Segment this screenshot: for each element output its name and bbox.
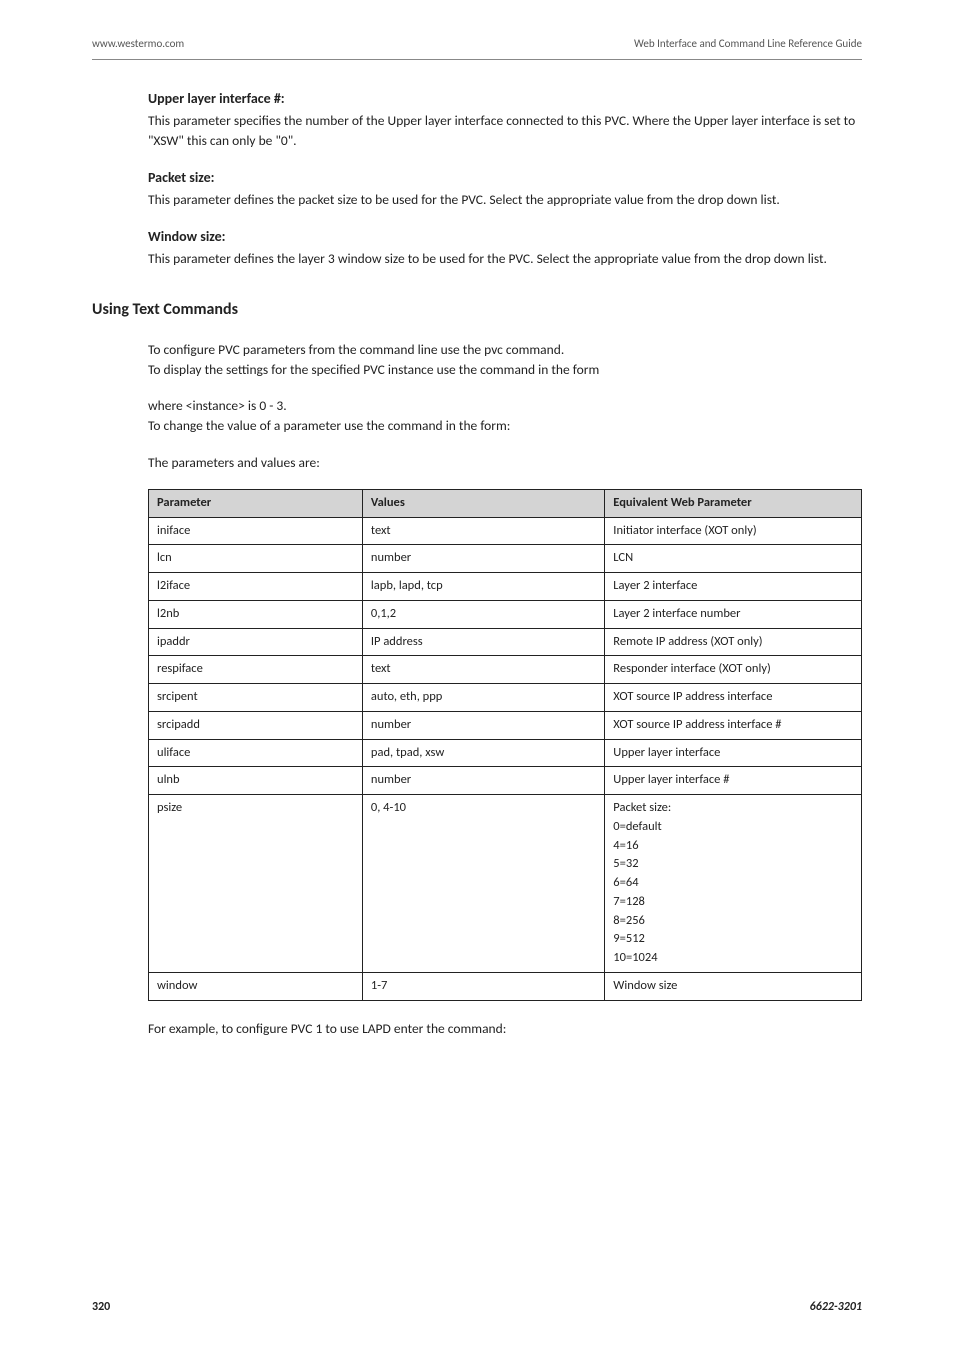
table-row: ulifacepad, tpad, xswUpper layer interfa… — [149, 739, 862, 767]
table-cell: srcipent — [149, 684, 363, 712]
table-row: lcnnumberLCN — [149, 545, 862, 573]
subheading-upper-layer: Upper layer interface #: — [148, 88, 862, 109]
table-cell: Upper layer interface — [605, 739, 862, 767]
table-cell: Window size — [605, 972, 862, 1000]
table-cell: psize — [149, 795, 363, 973]
table-cell: IP address — [362, 628, 604, 656]
table-row: psize0, 4-10Packet size:0=default4=165=3… — [149, 795, 862, 973]
footer: 320 6622-3201 — [92, 1298, 862, 1316]
table-header-row: Parameter Values Equivalent Web Paramete… — [149, 489, 862, 517]
header-bar: www.westermo.com Web Interface and Comma… — [92, 36, 862, 60]
table-cell: number — [362, 767, 604, 795]
main-content: Upper layer interface #: This parameter … — [92, 88, 862, 1039]
table-cell: iniface — [149, 517, 363, 545]
table-cell: uliface — [149, 739, 363, 767]
para-packet-size: This parameter defines the packet size t… — [148, 190, 862, 210]
table-cell: Remote IP address (XOT only) — [605, 628, 862, 656]
table-cell: Upper layer interface # — [605, 767, 862, 795]
table-cell: srcipadd — [149, 711, 363, 739]
table-cell: 1-7 — [362, 972, 604, 1000]
th-values: Values — [362, 489, 604, 517]
table-cell: Layer 2 interface — [605, 573, 862, 601]
table-row: ulnbnumberUpper layer interface # — [149, 767, 862, 795]
table-cell: Layer 2 interface number — [605, 600, 862, 628]
table-cell: number — [362, 545, 604, 573]
table-cell: Initiator interface (XOT only) — [605, 517, 862, 545]
para-configure-display: To configure PVC parameters from the com… — [148, 340, 862, 381]
table-cell: text — [362, 656, 604, 684]
table-cell: pad, tpad, xsw — [362, 739, 604, 767]
para-params-intro: The parameters and values are: — [148, 453, 862, 473]
th-equivalent: Equivalent Web Parameter — [605, 489, 862, 517]
subheading-packet-size: Packet size: — [148, 167, 862, 188]
table-row: respifacetextResponder interface (XOT on… — [149, 656, 862, 684]
table-cell: l2nb — [149, 600, 363, 628]
table-cell: lapb, lapd, tcp — [362, 573, 604, 601]
page-number: 320 — [92, 1298, 110, 1316]
table-row: inifacetextInitiator interface (XOT only… — [149, 517, 862, 545]
table-cell: number — [362, 711, 604, 739]
table-cell: auto, eth, ppp — [362, 684, 604, 712]
table-cell: text — [362, 517, 604, 545]
table-cell: Responder interface (XOT only) — [605, 656, 862, 684]
table-cell: ipaddr — [149, 628, 363, 656]
table-cell: 0,1,2 — [362, 600, 604, 628]
table-row: srcipaddnumberXOT source IP address inte… — [149, 711, 862, 739]
table-cell: ulnb — [149, 767, 363, 795]
para-window-size: This parameter defines the layer 3 windo… — [148, 249, 862, 269]
subheading-window-size: Window size: — [148, 226, 862, 247]
header-guide-title: Web Interface and Command Line Reference… — [634, 36, 862, 53]
table-cell: lcn — [149, 545, 363, 573]
table-row: ipaddrIP addressRemote IP address (XOT o… — [149, 628, 862, 656]
header-url: www.westermo.com — [92, 36, 184, 53]
heading-using-text-commands: Using Text Commands — [92, 298, 862, 322]
table-cell: Packet size:0=default4=165=326=647=1288=… — [605, 795, 862, 973]
th-parameter: Parameter — [149, 489, 363, 517]
para-instance-change: where <instance> is 0 - 3. To change the… — [148, 396, 862, 437]
doc-number: 6622-3201 — [810, 1298, 862, 1316]
table-row: srcipentauto, eth, pppXOT source IP addr… — [149, 684, 862, 712]
table-cell: LCN — [605, 545, 862, 573]
para-upper-layer: This parameter specifies the number of t… — [148, 111, 862, 152]
table-cell: l2iface — [149, 573, 363, 601]
table-cell: XOT source IP address interface # — [605, 711, 862, 739]
table-cell: respiface — [149, 656, 363, 684]
table-cell: 0, 4-10 — [362, 795, 604, 973]
table-cell: XOT source IP address interface — [605, 684, 862, 712]
table-row: l2nb0,1,2Layer 2 interface number — [149, 600, 862, 628]
table-row: window1-7Window size — [149, 972, 862, 1000]
table-cell: window — [149, 972, 363, 1000]
para-example: For example, to configure PVC 1 to use L… — [148, 1019, 862, 1039]
table-row: l2ifacelapb, lapd, tcpLayer 2 interface — [149, 573, 862, 601]
parameters-table: Parameter Values Equivalent Web Paramete… — [148, 489, 862, 1001]
